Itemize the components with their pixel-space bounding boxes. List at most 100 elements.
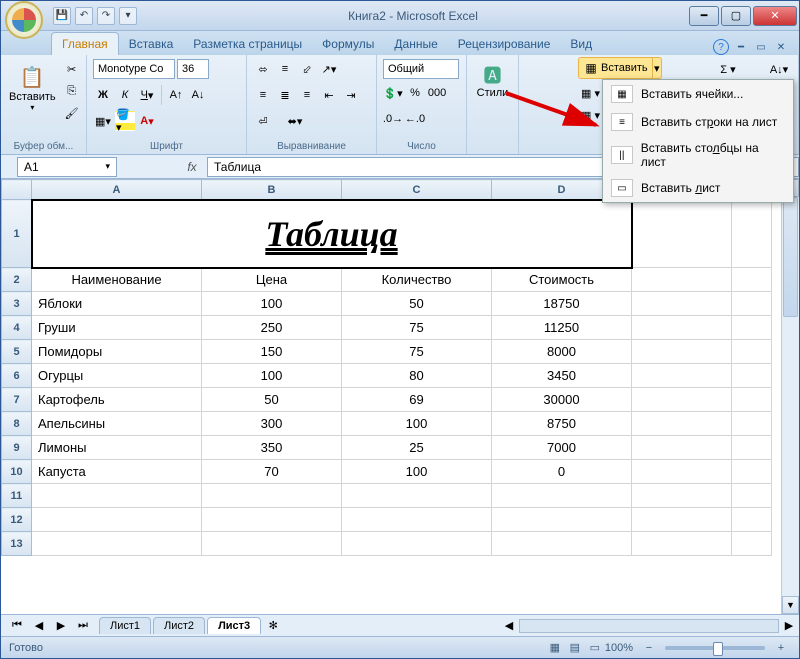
increase-decimal-icon[interactable]: .0→ [383, 109, 403, 129]
bold-button[interactable]: Ж [93, 85, 113, 105]
cell-C8[interactable]: 100 [342, 412, 492, 436]
cell-B8[interactable]: 300 [202, 412, 342, 436]
cell-B13[interactable] [202, 532, 342, 556]
tab-view[interactable]: Вид [560, 33, 602, 55]
horizontal-scrollbar[interactable] [519, 619, 779, 633]
cell-E7[interactable] [632, 388, 732, 412]
cell-D9[interactable]: 7000 [492, 436, 632, 460]
save-icon[interactable]: 💾 [53, 7, 71, 25]
wrap-text-icon[interactable]: ⏎ [253, 111, 273, 131]
office-button[interactable] [5, 1, 43, 39]
cell-F8[interactable] [732, 412, 772, 436]
cell-A9[interactable]: Лимоны [32, 436, 202, 460]
select-all-corner[interactable] [2, 180, 32, 200]
cell-C11[interactable] [342, 484, 492, 508]
tab-first-icon[interactable]: ⏮ [7, 616, 27, 636]
cell-F10[interactable] [732, 460, 772, 484]
align-center-icon[interactable]: ≣ [275, 85, 295, 105]
cell-A7[interactable]: Картофель [32, 388, 202, 412]
cell-B5[interactable]: 150 [202, 340, 342, 364]
cell-B6[interactable]: 100 [202, 364, 342, 388]
zoom-slider[interactable] [665, 646, 765, 650]
cell-E4[interactable] [632, 316, 732, 340]
title-cell[interactable]: Таблица [32, 200, 632, 268]
redo-icon[interactable]: ↷ [97, 7, 115, 25]
cell-D7[interactable]: 30000 [492, 388, 632, 412]
paste-button[interactable]: 📋 Вставить ▾ [7, 59, 58, 116]
align-bottom-icon[interactable]: ⬃ [297, 59, 317, 79]
cell-B10[interactable]: 70 [202, 460, 342, 484]
row-header-8[interactable]: 8 [2, 412, 32, 436]
qat-more-icon[interactable]: ▾ [119, 7, 137, 25]
cell-F4[interactable] [732, 316, 772, 340]
cell-F7[interactable] [732, 388, 772, 412]
row-header-10[interactable]: 10 [2, 460, 32, 484]
sort-filter-button[interactable]: A↓▾ [766, 59, 792, 79]
cell-C9[interactable]: 25 [342, 436, 492, 460]
number-format-select[interactable] [383, 59, 459, 79]
header-cell-1[interactable]: Цена [202, 268, 342, 292]
header-cell-3[interactable]: Стоимость [492, 268, 632, 292]
styles-button[interactable]: 🅰 Стили [473, 59, 512, 103]
ribbon-minimize-icon[interactable]: ━ [733, 39, 749, 55]
zoom-out-icon[interactable]: − [639, 638, 659, 658]
row-header-9[interactable]: 9 [2, 436, 32, 460]
cell-D13[interactable] [492, 532, 632, 556]
cell-A8[interactable]: Апельсины [32, 412, 202, 436]
format-painter-icon[interactable]: 🖌 [62, 103, 82, 123]
name-box[interactable]: A1 ▾ [17, 157, 117, 177]
cell-B3[interactable]: 100 [202, 292, 342, 316]
scroll-thumb[interactable] [783, 197, 798, 317]
cell-A12[interactable] [32, 508, 202, 532]
row-header-4[interactable]: 4 [2, 316, 32, 340]
decrease-decimal-icon[interactable]: ←.0 [405, 109, 425, 129]
row-header-13[interactable]: 13 [2, 532, 32, 556]
cell-E11[interactable] [632, 484, 732, 508]
cell-A5[interactable]: Помидоры [32, 340, 202, 364]
cell-B9[interactable]: 350 [202, 436, 342, 460]
cell-C6[interactable]: 80 [342, 364, 492, 388]
menu-insert-rows[interactable]: ≡ Вставить строки на лист [603, 108, 793, 136]
workbook-restore-icon[interactable]: ▭ [753, 39, 769, 55]
col-header-B[interactable]: B [202, 180, 342, 200]
cell-A6[interactable]: Огурцы [32, 364, 202, 388]
align-right-icon[interactable]: ≡ [297, 85, 317, 105]
cell-E3[interactable] [632, 292, 732, 316]
menu-insert-sheet[interactable]: ▭ Вставить лист [603, 174, 793, 202]
tab-page-layout[interactable]: Разметка страницы [183, 33, 312, 55]
row-header-3[interactable]: 3 [2, 292, 32, 316]
tab-prev-icon[interactable]: ◀ [29, 616, 49, 636]
cell-C13[interactable] [342, 532, 492, 556]
tab-data[interactable]: Данные [384, 33, 447, 55]
cell-C4[interactable]: 75 [342, 316, 492, 340]
namebox-dropdown-icon[interactable]: ▾ [105, 161, 110, 172]
cell-A11[interactable] [32, 484, 202, 508]
view-layout-icon[interactable]: ▤ [565, 638, 585, 658]
cell-E10[interactable] [632, 460, 732, 484]
vertical-scrollbar[interactable]: ▲ ▼ [781, 179, 799, 614]
autosum-button[interactable]: Σ ▾ [718, 59, 738, 79]
cell-A4[interactable]: Груши [32, 316, 202, 340]
align-left-icon[interactable]: ≡ [253, 85, 273, 105]
fill-color-button[interactable]: 🪣▾ [115, 111, 135, 131]
help-icon[interactable]: ? [713, 39, 729, 55]
cell-F2[interactable] [732, 268, 772, 292]
sheet-tab-2[interactable]: Лист2 [153, 617, 205, 634]
font-size-input[interactable] [177, 59, 209, 79]
copy-icon[interactable]: ⎘ [62, 81, 82, 101]
header-cell-0[interactable]: Наименование [32, 268, 202, 292]
cell-B7[interactable]: 50 [202, 388, 342, 412]
shrink-font-button[interactable]: A↓ [188, 85, 208, 105]
italic-button[interactable]: К [115, 85, 135, 105]
tab-insert[interactable]: Вставка [119, 33, 184, 55]
grid[interactable]: ABCDEF1Таблица2НаименованиеЦенаКоличеств… [1, 179, 781, 614]
cell-D6[interactable]: 3450 [492, 364, 632, 388]
cut-icon[interactable]: ✂ [62, 59, 82, 79]
hscroll-left-icon[interactable]: ◀ [499, 616, 519, 636]
cell-B4[interactable]: 250 [202, 316, 342, 340]
cell-E12[interactable] [632, 508, 732, 532]
minimize-button[interactable]: ━ [689, 6, 719, 26]
cell-C12[interactable] [342, 508, 492, 532]
decrease-indent-icon[interactable]: ⇤ [319, 85, 339, 105]
fx-icon[interactable]: fx [177, 160, 207, 174]
